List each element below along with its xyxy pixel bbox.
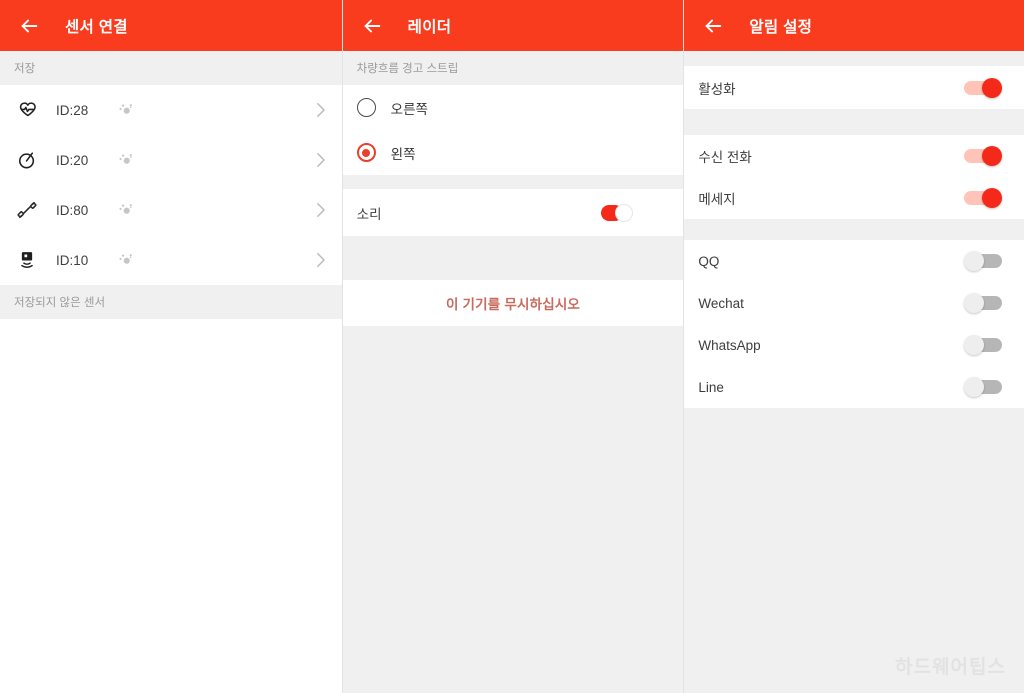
- appbar-radar: 레이더: [342, 0, 684, 51]
- radio-selected-icon: [356, 143, 376, 162]
- spacer-bottom: [342, 326, 684, 693]
- spacer: [684, 219, 1024, 240]
- watermark: 하드웨어팁스: [895, 657, 1006, 678]
- appbar-sensor-connection: 센서 연결: [0, 0, 342, 51]
- signal-node-icon: [114, 150, 138, 170]
- sound-row[interactable]: 소리: [342, 189, 684, 236]
- master-switch-group: 활성화: [684, 66, 1024, 109]
- incoming-call-row[interactable]: 수신 전화: [684, 135, 1024, 177]
- chevron-right-icon: [314, 250, 328, 270]
- radio-option-left[interactable]: 왼쪽: [342, 130, 684, 175]
- chevron-right-icon: [314, 200, 328, 220]
- chevron-right-icon: [314, 150, 328, 170]
- heart-rate-icon: [14, 97, 40, 123]
- spacer: [684, 109, 1024, 135]
- wechat-toggle[interactable]: [964, 293, 1003, 313]
- radio-label: 왼쪽: [390, 146, 416, 162]
- incoming-call-toggle[interactable]: [964, 146, 1003, 166]
- signal-node-icon: [114, 200, 138, 220]
- chevron-right-icon: [314, 100, 328, 120]
- radio-option-right[interactable]: 오른쪽: [342, 85, 684, 130]
- page-title: 센서 연결: [65, 18, 128, 36]
- section-header-saved: 저장: [0, 51, 342, 85]
- sensor-id-label: ID:80: [56, 202, 89, 218]
- spacer: [342, 175, 684, 189]
- signal-node-icon: [114, 250, 138, 270]
- section-header-traffic-warning: 차량흐름 경고 스트립: [342, 51, 684, 85]
- whatsapp-toggle[interactable]: [964, 335, 1003, 355]
- spacer: [342, 236, 684, 280]
- sound-toggle[interactable]: [601, 203, 639, 223]
- page-title: 알림 설정: [749, 18, 813, 36]
- ignore-device-label: 이 기기를 무시하십시오: [445, 297, 581, 312]
- back-arrow-icon[interactable]: [698, 11, 728, 41]
- three-panel-screenshot: 센서 연결 저장 ID:28 ID:20 ID:80 ID:10 저장되지 않은…: [0, 0, 1024, 693]
- list-item[interactable]: ID:28: [0, 85, 342, 135]
- spacer: [684, 51, 1024, 66]
- list-item[interactable]: ID:20: [0, 135, 342, 185]
- page-title: 레이더: [407, 18, 452, 36]
- incoming-call-label: 수신 전화: [698, 150, 752, 165]
- spacer-bottom: [684, 408, 1024, 688]
- back-arrow-icon[interactable]: [357, 11, 387, 41]
- sensor-broadcast-icon: [14, 247, 40, 273]
- radio-group-side: 오른쪽 왼쪽: [342, 85, 684, 175]
- enable-row[interactable]: 활성화: [684, 66, 1024, 109]
- qq-toggle[interactable]: [964, 251, 1003, 271]
- whatsapp-row[interactable]: WhatsApp: [684, 324, 1024, 366]
- dumbbell-icon: [14, 197, 40, 223]
- section-header-unsaved: 저장되지 않은 센서: [0, 285, 342, 319]
- apps-group: QQ Wechat WhatsApp Line: [684, 240, 1024, 408]
- wechat-label: Wechat: [698, 295, 744, 311]
- unsaved-sensor-list-empty: [0, 319, 342, 693]
- sensor-id-label: ID:10: [56, 252, 89, 268]
- message-label: 메세지: [698, 192, 736, 207]
- qq-label: QQ: [698, 253, 720, 269]
- radio-unselected-icon: [356, 98, 376, 117]
- list-item[interactable]: ID:80: [0, 185, 342, 235]
- list-item[interactable]: ID:10: [0, 235, 342, 285]
- calls-messages-group: 수신 전화 메세지: [684, 135, 1024, 219]
- message-toggle[interactable]: [964, 188, 1003, 208]
- signal-node-icon: [114, 100, 138, 120]
- speedometer-icon: [14, 147, 40, 173]
- ignore-device-row[interactable]: 이 기기를 무시하십시오: [342, 280, 684, 326]
- qq-row[interactable]: QQ: [684, 240, 1024, 282]
- sound-label: 소리: [356, 206, 382, 222]
- sensor-id-label: ID:28: [56, 102, 89, 118]
- saved-sensor-list: ID:28 ID:20 ID:80 ID:10: [0, 85, 342, 285]
- panel-alert-settings: 알림 설정 활성화 수신 전화 메세지 QQ Wechat WhatsApp L…: [684, 0, 1024, 693]
- radio-label: 오른쪽: [390, 101, 428, 117]
- appbar-alert-settings: 알림 설정: [684, 0, 1024, 51]
- whatsapp-label: WhatsApp: [698, 337, 761, 353]
- message-row[interactable]: 메세지: [684, 177, 1024, 219]
- line-row[interactable]: Line: [684, 366, 1024, 408]
- sensor-id-label: ID:20: [56, 152, 89, 168]
- wechat-row[interactable]: Wechat: [684, 282, 1024, 324]
- enable-label: 활성화: [698, 81, 736, 97]
- enable-toggle[interactable]: [964, 77, 1003, 98]
- back-arrow-icon[interactable]: [14, 11, 44, 41]
- panel-sensor-connection: 센서 연결 저장 ID:28 ID:20 ID:80 ID:10 저장되지 않은…: [0, 0, 342, 693]
- line-label: Line: [698, 379, 724, 395]
- line-toggle[interactable]: [964, 377, 1003, 397]
- panel-radar: 레이더 차량흐름 경고 스트립 오른쪽 왼쪽 소리 이 기기를 무시하십시오: [341, 0, 685, 693]
- sound-setting-group: 소리: [342, 189, 684, 236]
